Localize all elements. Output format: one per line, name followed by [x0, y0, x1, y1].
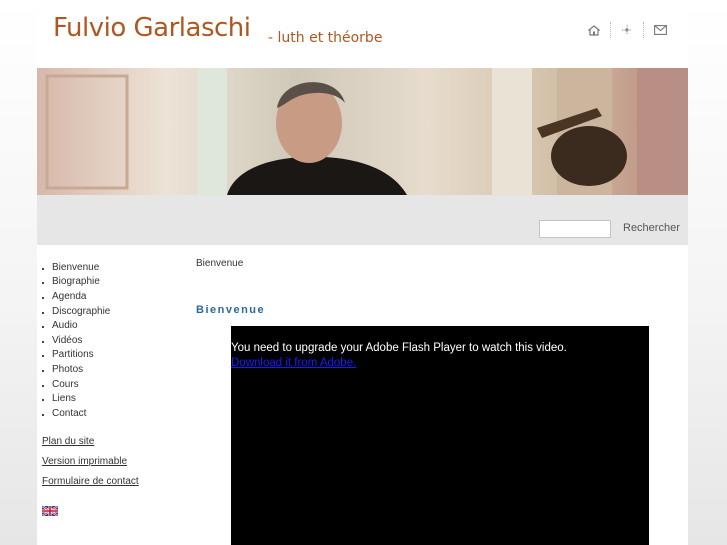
flash-upgrade-message: You need to upgrade your Adobe Flash Pla… [231, 342, 567, 354]
page-heading: Bienvenue [196, 304, 266, 316]
nav-label: Photos [52, 363, 84, 375]
header: Fulvio Garlaschi - luth et théorbe [37, 0, 688, 68]
contact-form-link[interactable]: Formulaire de contact [42, 476, 139, 496]
video-player[interactable]: You need to upgrade your Adobe Flash Pla… [231, 326, 649, 545]
bullet-icon [42, 413, 44, 416]
nav-label: Bienvenue [52, 261, 100, 273]
bullet-icon [42, 340, 44, 343]
nav-item-photos[interactable]: Photos [42, 362, 110, 377]
bullet-icon [42, 384, 44, 387]
nav-item-contact[interactable]: Contact [42, 406, 110, 421]
nav-item-agenda[interactable]: Agenda [42, 289, 110, 304]
bullet-icon [42, 399, 44, 402]
nav-item-discographie[interactable]: Discographie [42, 304, 110, 319]
bullet-icon [42, 296, 44, 299]
search-input[interactable] [539, 220, 611, 238]
nav-label: Discographie [52, 305, 111, 317]
print-version-link[interactable]: Version imprimable [42, 456, 139, 476]
nav-item-biographie[interactable]: Biographie [42, 275, 110, 290]
nav-label: Liens [52, 393, 76, 405]
mail-icon[interactable] [650, 20, 670, 40]
site-title[interactable]: Fulvio Garlaschi [53, 13, 251, 43]
bullet-icon [42, 267, 44, 270]
side-links: Plan du site Version imprimable Formulai… [42, 436, 139, 496]
nav-item-videos[interactable]: Vidéos [42, 333, 110, 348]
sitemap-icon[interactable] [617, 20, 637, 40]
bullet-icon [42, 311, 44, 314]
icon-divider [643, 22, 644, 38]
nav-item-liens[interactable]: Liens [42, 391, 110, 406]
page-container: Fulvio Garlaschi - luth et théorbe Reche… [37, 0, 688, 545]
nav-item-partitions[interactable]: Partitions [42, 348, 110, 363]
bullet-icon [42, 326, 44, 329]
breadcrumb: Bienvenue [196, 258, 244, 269]
nav-label: Partitions [52, 349, 94, 361]
flash-download-link[interactable]: Download it from Adobe. [231, 357, 356, 369]
site-subtitle: - luth et théorbe [268, 30, 383, 46]
nav-item-bienvenue[interactable]: Bienvenue [42, 260, 110, 275]
nav-item-audio[interactable]: Audio [42, 318, 110, 333]
sitemap-link[interactable]: Plan du site [42, 436, 139, 456]
nav-item-cours[interactable]: Cours [42, 377, 110, 392]
nav-label: Biographie [52, 276, 100, 288]
main-nav: Bienvenue Biographie Agenda Discographie… [42, 260, 110, 421]
search-bar: Rechercher [37, 195, 688, 245]
nav-label: Audio [52, 320, 78, 332]
home-icon[interactable] [584, 20, 604, 40]
nav-label: Contact [52, 407, 87, 419]
nav-label: Agenda [52, 290, 87, 302]
banner-image [37, 68, 688, 195]
nav-label: Cours [52, 378, 79, 390]
nav-label: Vidéos [52, 334, 83, 346]
bullet-icon [42, 355, 44, 358]
search-button[interactable]: Rechercher [623, 222, 680, 234]
uk-flag-icon[interactable] [42, 506, 58, 516]
bullet-icon [42, 369, 44, 372]
icon-divider [610, 22, 611, 38]
bullet-icon [42, 282, 44, 285]
header-icons [584, 20, 670, 40]
banner-photo [37, 68, 688, 195]
